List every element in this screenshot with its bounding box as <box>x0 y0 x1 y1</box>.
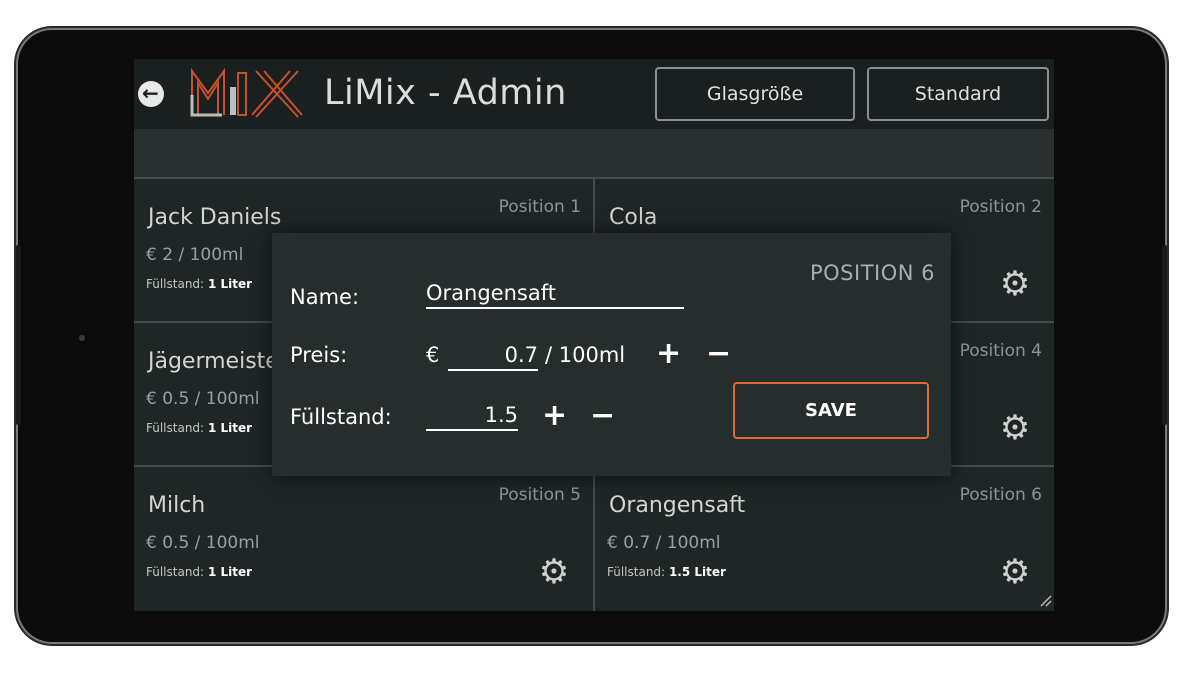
resize-grip-icon[interactable] <box>1038 593 1052 607</box>
price-minus-button[interactable]: − <box>706 339 731 369</box>
price-unit: / 100ml <box>545 343 626 367</box>
drink-name: Orangensaft <box>609 493 746 518</box>
drink-name: Jägermeister <box>148 349 288 374</box>
drink-price: € 2 / 100ml <box>146 245 244 265</box>
position-card-5[interactable]: Milch Position 5 € 0.5 / 100ml Füllstand… <box>134 467 593 609</box>
save-button[interactable]: SAVE <box>733 382 929 439</box>
fill-level-input[interactable]: 1.5 <box>426 403 518 431</box>
fill-level-label: Füllstand: <box>290 405 392 429</box>
position-label: Position 4 <box>959 341 1042 361</box>
standard-button[interactable]: Standard <box>867 67 1049 121</box>
gear-icon[interactable]: ⚙ <box>998 555 1032 589</box>
name-input[interactable]: Orangensaft <box>426 281 684 309</box>
app-bar: LiMix - Admin Glasgröße Standard <box>134 59 1054 129</box>
dialog-title: POSITION 6 <box>809 261 935 285</box>
position-label: Position 5 <box>498 485 581 505</box>
app-title: LiMix - Admin <box>324 73 567 113</box>
drink-name: Jack Daniels <box>148 205 282 230</box>
gear-icon[interactable]: ⚙ <box>537 555 571 589</box>
price-plus-button[interactable]: + <box>656 339 681 369</box>
edit-position-dialog: POSITION 6 Name: Orangensaft Preis: € 0.… <box>272 233 951 476</box>
tablet-side-button-right <box>1162 245 1167 425</box>
price-input[interactable]: 0.7 <box>448 343 538 371</box>
drink-price: € 0.7 / 100ml <box>607 533 721 553</box>
position-label: Position 1 <box>498 197 581 217</box>
currency-symbol: € <box>426 343 440 367</box>
gear-icon[interactable]: ⚙ <box>998 267 1032 301</box>
glass-size-button[interactable]: Glasgröße <box>655 67 855 121</box>
fill-level: Füllstand: 1 Liter <box>146 421 253 435</box>
position-label: Position 2 <box>959 197 1042 217</box>
fill-plus-button[interactable]: + <box>542 401 567 431</box>
camera-icon <box>79 335 85 341</box>
drink-name: Cola <box>609 205 658 230</box>
drink-price: € 0.5 / 100ml <box>146 533 260 553</box>
tablet-side-button-left <box>16 245 21 425</box>
drink-price: € 0.5 / 100ml <box>146 389 260 409</box>
back-arrow-icon[interactable] <box>138 81 164 107</box>
gear-icon[interactable]: ⚙ <box>998 411 1032 445</box>
price-label: Preis: <box>290 343 348 367</box>
fill-level: Füllstand: 1 Liter <box>146 565 253 579</box>
fill-level: Füllstand: 1 Liter <box>146 277 253 291</box>
position-label: Position 6 <box>959 485 1042 505</box>
limix-logo <box>190 67 303 118</box>
name-label: Name: <box>290 285 360 309</box>
position-card-6[interactable]: Orangensaft Position 6 € 0.7 / 100ml Fül… <box>595 467 1054 609</box>
drink-name: Milch <box>148 493 206 518</box>
fill-level: Füllstand: 1.5 Liter <box>607 565 726 579</box>
fill-minus-button[interactable]: − <box>590 401 615 431</box>
sub-header-bar <box>134 129 1054 179</box>
